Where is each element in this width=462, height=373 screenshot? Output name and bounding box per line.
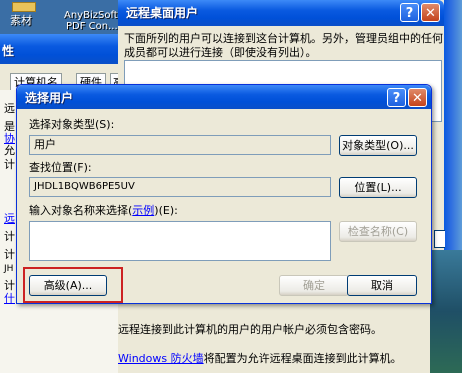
fragment-6[interactable]: 远 xyxy=(4,210,15,226)
fragment-1: 远 xyxy=(4,102,15,115)
close-button[interactable]: ✕ xyxy=(421,3,440,22)
object-types-button[interactable]: 对象类型(O)... xyxy=(339,135,417,156)
question-icon: ? xyxy=(405,6,414,21)
system-properties-titlebar: 性 xyxy=(0,34,122,64)
bottom-note-1: 远程连接到此计算机的用户的用户帐户必须包含密码。 xyxy=(118,323,382,336)
desktop-icon-label: 素材 xyxy=(10,14,32,27)
desktop-icon-label-1: AnyBizSoft xyxy=(64,10,118,21)
description-line-2: 成员都可以进行连接（即使没有列出）。 xyxy=(124,46,317,59)
fragment-8: 计 xyxy=(4,248,15,261)
close-icon: ✕ xyxy=(412,91,423,106)
desktop-icon-label-2: PDF Con... xyxy=(66,21,118,32)
object-names-input[interactable] xyxy=(29,221,331,261)
dialog-title: 选择用户 xyxy=(25,91,74,105)
close-button[interactable]: ✕ xyxy=(408,88,427,107)
add-button-edge[interactable] xyxy=(434,230,445,248)
object-type-label: 选择对象类型(S): xyxy=(29,118,115,131)
bottom-note-2: Windows 防火墙将配置为允许远程桌面连接到此计算机。 xyxy=(118,350,402,366)
window-title: 远程桌面用户 xyxy=(126,6,199,20)
help-button[interactable]: ? xyxy=(387,88,406,107)
bottom-note-2-text: 将配置为允许远程桌面连接到此计算机。 xyxy=(203,352,402,365)
enter-names-label-post: )(E): xyxy=(154,204,178,217)
close-icon: ✕ xyxy=(425,6,436,21)
cancel-button[interactable]: 取消 xyxy=(347,275,417,296)
ok-button[interactable]: 确定 xyxy=(279,275,349,296)
examples-link[interactable]: 示例 xyxy=(132,204,154,217)
select-users-dialog: 选择用户 ? ✕ 选择对象类型(S): 用户 对象类型(O)... 查找位置(F… xyxy=(16,84,432,304)
help-button[interactable]: ? xyxy=(400,3,419,22)
remote-desktop-titlebar: 远程桌面用户 ? ✕ xyxy=(118,0,444,26)
question-icon: ? xyxy=(392,91,401,106)
desktop-wallpaper-strip xyxy=(430,250,462,373)
location-field: JHDL1BQWB6PE5UV xyxy=(29,177,331,197)
object-type-field: 用户 xyxy=(29,135,331,155)
enter-names-label: 输入对象名称来选择(示例)(E): xyxy=(29,202,178,218)
fragment-11[interactable]: 什 xyxy=(4,290,15,306)
fragment-5: 计 xyxy=(4,158,15,171)
locations-button[interactable]: 位置(L)... xyxy=(339,177,417,198)
enter-names-label-pre: 输入对象名称来选择( xyxy=(29,204,133,217)
highlight-box xyxy=(23,267,123,303)
folder-icon xyxy=(12,2,36,12)
fragment-9: JH xyxy=(4,264,14,274)
location-label: 查找位置(F): xyxy=(29,161,92,174)
windows-firewall-link[interactable]: Windows 防火墙 xyxy=(118,352,204,365)
select-users-titlebar: 选择用户 ? ✕ xyxy=(17,85,431,109)
window-title: 性 xyxy=(2,44,15,58)
desktop-icon-sucai[interactable]: 素材 xyxy=(6,2,42,27)
check-names-button[interactable]: 检查名称(C) xyxy=(339,221,417,242)
fragment-7: 计 xyxy=(4,230,15,243)
